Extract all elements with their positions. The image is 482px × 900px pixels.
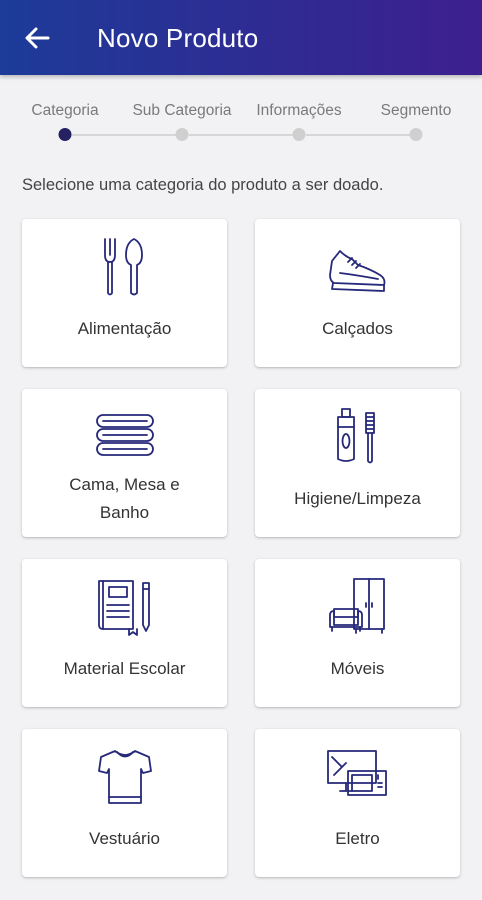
back-arrow-icon — [25, 27, 50, 49]
category-card-higiene-limpeza[interactable]: Higiene/Limpeza — [255, 389, 460, 537]
category-card-material-escolar[interactable]: Material Escolar — [22, 559, 227, 707]
tshirt-icon — [97, 750, 152, 804]
category-label: Móveis — [330, 659, 385, 678]
towels-icon — [95, 414, 154, 456]
category-card-calcados[interactable]: Calçados — [255, 219, 460, 367]
category-card-cama-mesa-banho[interactable]: Cama, Mesa e Banho — [22, 389, 227, 537]
back-button[interactable] — [20, 22, 54, 54]
notebook-pencil-icon — [97, 580, 150, 636]
step-label-informacoes[interactable]: Informações — [256, 102, 341, 120]
cutlery-icon — [103, 238, 143, 296]
category-label: Calçados — [322, 319, 393, 338]
instruction-text: Selecione uma categoria do produto a ser… — [22, 176, 384, 194]
category-label-line-2: Banho — [99, 503, 150, 522]
category-card-moveis[interactable]: Móveis — [255, 559, 460, 707]
step-dot-segmento[interactable] — [409, 128, 423, 141]
app-bar: Novo Produto — [0, 0, 482, 75]
category-label: Material Escolar — [63, 659, 186, 678]
tv-microwave-icon — [326, 750, 387, 796]
category-label: Alimentação — [77, 319, 172, 338]
step-connector — [72, 134, 176, 136]
step-label-categoria[interactable]: Categoria — [31, 102, 98, 120]
step-dot-categoria[interactable] — [58, 128, 72, 141]
step-connector — [189, 134, 293, 136]
step-label-sub-categoria[interactable]: Sub Categoria — [132, 102, 231, 120]
sofa-wardrobe-icon — [328, 578, 385, 634]
category-label: Eletro — [335, 829, 380, 848]
category-card-alimentacao[interactable]: Alimentação — [22, 219, 227, 367]
step-dot-informacoes[interactable] — [292, 128, 306, 141]
category-label: Vestuário — [89, 829, 160, 848]
step-connector — [306, 134, 410, 136]
page-title: Novo Produto — [97, 23, 259, 53]
sneaker-icon — [328, 250, 385, 292]
category-card-eletro[interactable]: Eletro — [255, 729, 460, 877]
category-card-vestuario[interactable]: Vestuário — [22, 729, 227, 877]
step-dot-sub-categoria[interactable] — [175, 128, 189, 141]
category-label: Higiene/Limpeza — [294, 489, 421, 508]
toothpaste-brush-icon — [336, 408, 375, 464]
step-label-segmento[interactable]: Segmento — [381, 102, 452, 120]
category-label-line-1: Cama, Mesa e — [69, 475, 180, 494]
